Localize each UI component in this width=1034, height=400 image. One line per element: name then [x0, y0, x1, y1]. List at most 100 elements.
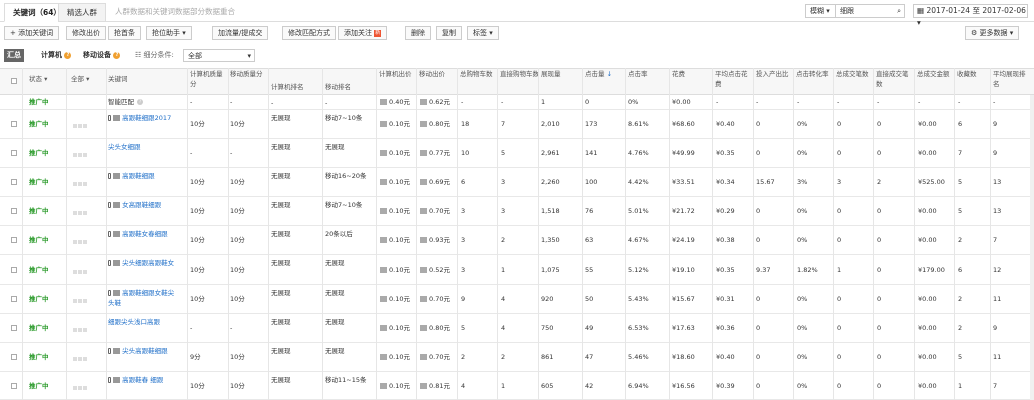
cell-mb[interactable]: 0.70元 — [420, 294, 450, 304]
add-keyword-button[interactable]: + 添加关键词 — [4, 26, 60, 40]
header-total-orders[interactable]: 总成交笔数 — [836, 69, 874, 79]
header-clicks[interactable]: 点击量 ↓ — [585, 69, 612, 79]
tab-pc[interactable]: 计算机 ? — [38, 49, 74, 62]
cell-cb[interactable]: 0.10元 — [380, 206, 410, 216]
add-follow-button[interactable]: 添加关注 新 — [338, 26, 388, 40]
match-scope-select[interactable]: 模糊 ▾ — [805, 4, 837, 18]
header-total-cart[interactable]: 总购物车数 — [460, 69, 498, 79]
table-row[interactable]: 推广中 高跟鞋细跟女鞋尖头鞋 10分 10分 无展现 无展现 0.10元 0.70元 9 4 92… — [0, 285, 1034, 314]
cell-mb[interactable]: 0.80元 — [420, 323, 450, 333]
cell-cost: ¥21.72 — [672, 207, 695, 215]
table-row[interactable]: 推广中 尖头高跟鞋细跟 9分 10分 无展现 无展现 0.10元 0.70元 2 2 861 47 5… — [0, 343, 1034, 372]
cell-mb[interactable]: 0.93元 — [420, 235, 450, 245]
cell-cb[interactable]: 0.10元 — [380, 265, 410, 275]
cell-mb[interactable]: 0.62元 — [420, 97, 450, 107]
header-direct-orders[interactable]: 直接成交笔数 — [876, 69, 914, 89]
cell-cb[interactable]: 0.10元 — [380, 323, 410, 333]
row-checkbox[interactable] — [11, 296, 17, 302]
header-favorites[interactable]: 收藏数 — [957, 69, 991, 79]
keyword-link[interactable]: 尖头高跟鞋细跟 — [108, 346, 180, 356]
date-range-picker[interactable]: ▦ 2017-01-24 至 2017-02-06 ▾ — [913, 4, 1028, 27]
header-roi[interactable]: 投入产出比 — [756, 69, 794, 79]
add-traffic-button[interactable]: 加流量/提成交 — [212, 26, 269, 40]
row-checkbox[interactable] — [11, 150, 17, 156]
header-mobile-bid[interactable]: 移动出价 — [419, 69, 457, 79]
keyword-link[interactable]: 细跟尖头浅口高跟 — [108, 317, 180, 327]
keyword-link[interactable]: 高跟鞋春 细跟 — [108, 375, 180, 385]
keyword-link[interactable]: 尖头女细跟 — [108, 142, 180, 152]
row-checkbox[interactable] — [11, 383, 17, 389]
table-row[interactable]: 推广中 高跟鞋女春细跟 10分 10分 无展现 20条以后 0.10元 0.93元 3 2 1,3… — [0, 226, 1034, 255]
row-checkbox[interactable] — [11, 354, 17, 360]
search-input[interactable]: 细跟 ⌕ — [835, 4, 905, 18]
cell-mb[interactable]: 0.69元 — [420, 177, 450, 187]
table-row[interactable]: 推广中 尖头细跟高跟鞋女 10分 10分 无展现 无展现 0.10元 0.52元 3 1 1,07… — [0, 255, 1034, 285]
row-checkbox[interactable] — [11, 179, 17, 185]
keyword-link[interactable]: 高跟鞋女春细跟 — [108, 229, 180, 239]
header-direct-cart[interactable]: 直接购物车数 — [500, 69, 540, 79]
copy-button[interactable]: 复制 — [436, 26, 462, 40]
header-pc-rank[interactable]: 计算机排名 — [271, 82, 304, 92]
tab-mobile[interactable]: 移动设备 ? — [80, 49, 123, 62]
table-row[interactable]: 推广中 高跟鞋细跟2017 10分 10分 无展现 移动7~10条 0.10元 0.80元 1… — [0, 110, 1034, 139]
bid-helper-button[interactable]: 抢位助手 ▾ — [146, 26, 192, 40]
cell-cb[interactable]: 0.40元 — [380, 97, 410, 107]
search-icon[interactable]: ⌕ — [897, 5, 901, 17]
row-checkbox[interactable] — [11, 237, 17, 243]
cell-cb[interactable]: 0.10元 — [380, 381, 410, 391]
table-row[interactable]: 推广中 细跟尖头浅口高跟 - - 无展现 无展现 0.10元 0.80元 5 4 750 49 6.53… — [0, 314, 1034, 343]
header-cost[interactable]: 花费 — [672, 69, 685, 79]
cell-mb[interactable]: 0.77元 — [420, 148, 450, 158]
vertical-scrollbar[interactable] — [1030, 95, 1034, 400]
grab-position-button[interactable]: 抢首条 — [108, 26, 141, 40]
header-status[interactable]: 状态 ▾ — [29, 74, 47, 84]
header-mobile-rank[interactable]: 移动排名 — [325, 82, 351, 92]
row-checkbox[interactable] — [11, 208, 17, 214]
select-all-checkbox[interactable] — [11, 78, 17, 84]
keyword-link[interactable]: 高跟鞋细跟2017 — [108, 113, 180, 123]
header-ctr[interactable]: 点击率 — [628, 69, 648, 79]
segment-select[interactable]: 全部 ▾ — [183, 49, 255, 62]
cell-cb[interactable]: 0.10元 — [380, 294, 410, 304]
cell-cb[interactable]: 0.10元 — [380, 235, 410, 245]
header-pc-bid[interactable]: 计算机出价 — [379, 69, 417, 79]
cell-mb[interactable]: 0.81元 — [420, 381, 450, 391]
header-cvr[interactable]: 点击转化率 — [796, 69, 834, 79]
cell-cb[interactable]: 0.10元 — [380, 148, 410, 158]
table-row[interactable]: 推广中 智能匹配 ? - - - -0.40元 0.62元 - -1 0 0% ¥0.00- - - - - -… — [0, 95, 1034, 110]
keyword-link[interactable]: 智能匹配 ? — [108, 97, 188, 107]
keyword-link[interactable]: 女高跟鞋细跟 — [108, 200, 180, 210]
header-total-amount[interactable]: 总成交金额 — [917, 69, 955, 79]
table-row[interactable]: 推广中 高跟鞋春 细跟 10分 10分 无展现 移动11~15条 0.10元 0.81元 4 1… — [0, 372, 1034, 400]
cell-mb[interactable]: 0.70元 — [420, 206, 450, 216]
header-impressions[interactable]: 展现量 — [541, 69, 561, 79]
cell-mb[interactable]: 0.80元 — [420, 119, 450, 129]
table-row[interactable]: 推广中 高跟鞋细跟 10分 10分 无展现 移动16~20条 0.10元 0.69元 6 3 2,… — [0, 168, 1034, 197]
tag-button[interactable]: 标签 ▾ — [467, 26, 499, 40]
header-pc-quality[interactable]: 计算机质量分 — [190, 69, 228, 89]
header-avg-rank[interactable]: 平均展现排名 — [993, 69, 1029, 89]
cell-mb[interactable]: 0.52元 — [420, 265, 450, 275]
table-row[interactable]: 推广中 尖头女细跟 - - 无展现 无展现 0.10元 0.77元 10 5 2,961 141 4.7… — [0, 139, 1034, 168]
keyword-link[interactable]: 尖头细跟高跟鞋女 — [108, 258, 180, 268]
more-data-button[interactable]: ⚙ 更多数据 ▾ — [965, 26, 1020, 40]
keyword-link[interactable]: 高跟鞋细跟女鞋尖头鞋 — [108, 288, 180, 308]
cell-cb[interactable]: 0.10元 — [380, 119, 410, 129]
cell-cb[interactable]: 0.10元 — [380, 177, 410, 187]
header-avg-cpc[interactable]: 平均点击花费 — [715, 69, 753, 89]
row-checkbox[interactable] — [11, 121, 17, 127]
header-keyword[interactable]: 关键词 — [108, 74, 128, 84]
delete-button[interactable]: 删除 — [405, 26, 431, 40]
tab-summary[interactable]: 汇总 — [4, 49, 24, 62]
match-mode-button[interactable]: 修改匹配方式 — [282, 26, 336, 40]
cell-mb[interactable]: 0.70元 — [420, 352, 450, 362]
keyword-link[interactable]: 高跟鞋细跟 — [108, 171, 180, 181]
table-row[interactable]: 推广中 女高跟鞋细跟 10分 10分 无展现 移动7~10条 0.10元 0.70元 3 3 1,… — [0, 197, 1034, 226]
cell-cb[interactable]: 0.10元 — [380, 352, 410, 362]
header-mobile-quality[interactable]: 移动质量分 — [230, 69, 268, 79]
modify-bid-button[interactable]: 修改出价 — [66, 26, 106, 40]
row-checkbox[interactable] — [11, 325, 17, 331]
header-all[interactable]: 全部 ▾ — [71, 74, 89, 84]
tab-selected-crowd[interactable]: 精选人群 — [58, 3, 106, 22]
row-checkbox[interactable] — [11, 267, 17, 273]
